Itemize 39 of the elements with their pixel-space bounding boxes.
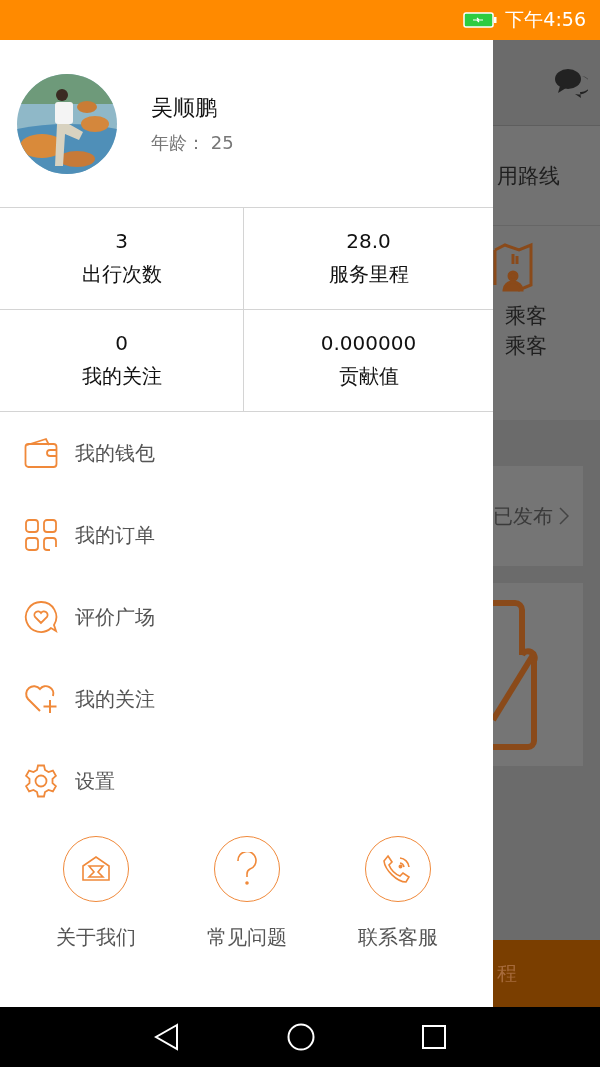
footer-button[interactable]: 联系客服 [357,836,438,951]
stat-value: 28.0 [346,229,391,253]
footer-button[interactable]: 常见问题 [206,836,287,951]
heart-plus-icon [24,683,58,715]
menu-item[interactable]: 我的钱包 [75,439,155,467]
menu-item[interactable]: 我的订单 [75,521,155,549]
wallet-icon [24,437,58,469]
house-envelope-icon [80,854,111,884]
stat-label: 我的关注 [81,363,162,390]
user-name: 吴顺鹏 [151,93,218,122]
chevron-right-icon [559,507,569,525]
grid-icon [25,519,57,551]
stat-label: 服务里程 [328,261,409,288]
stat-value: 3 [115,229,128,253]
stat-value: 0 [115,331,128,355]
clock-time: 下午4:56 [505,7,586,32]
user-age: 年龄： 25 [151,130,234,155]
heart-bubble-icon [24,600,58,634]
stat-cell[interactable]: 3 出行次数 [0,208,244,310]
back-icon[interactable] [153,1023,180,1051]
menu-item[interactable]: 我的关注 [75,685,155,713]
passenger-label: 乘客 [504,303,547,330]
question-icon [234,852,259,886]
stat-cell[interactable]: 28.0 服务里程 [244,208,493,310]
menu-item[interactable]: 设置 [75,767,115,795]
settings-icon [24,764,58,798]
stat-cell[interactable]: 0 我的关注 [0,310,244,412]
home-icon[interactable] [287,1023,315,1051]
stat-label: 贡献值 [338,363,399,390]
stat-value: 0.000000 [320,331,417,355]
menu-item[interactable]: 评价广场 [75,603,155,631]
chat-bubbles-icon[interactable] [554,66,588,99]
stat-cell[interactable]: 0.000000 贡献值 [244,310,493,412]
footer-button[interactable]: 关于我们 [55,836,136,951]
recents-icon[interactable] [422,1025,447,1049]
stat-label: 出行次数 [81,261,162,288]
battery-icon [463,12,498,28]
route-label: 用路线 [497,162,560,190]
passenger-label: 乘客 [504,333,547,360]
